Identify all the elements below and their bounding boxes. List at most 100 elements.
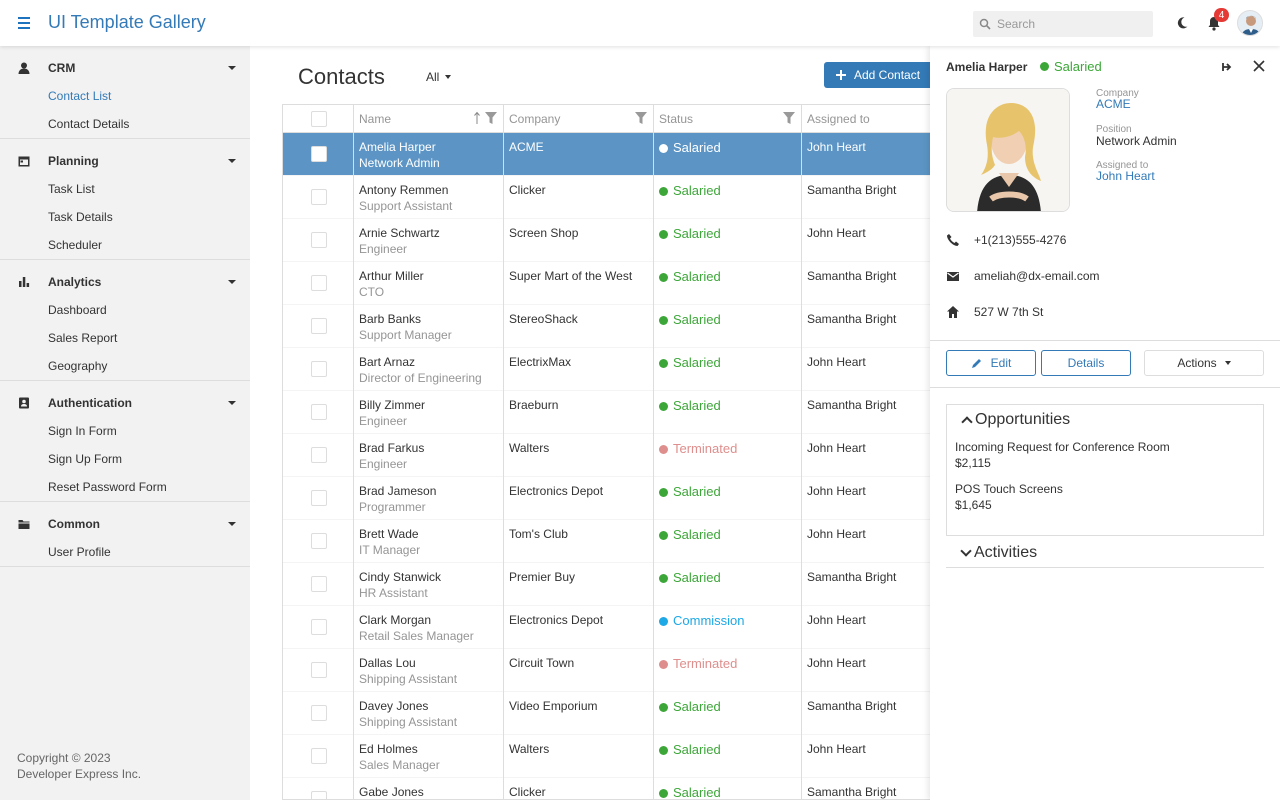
user-avatar[interactable] bbox=[1237, 10, 1263, 36]
cell-name: Clark Morgan Retail Sales Manager bbox=[354, 606, 504, 649]
cell-assigned: John Heart bbox=[807, 140, 866, 154]
cell-status: Terminated bbox=[654, 434, 802, 477]
cell-status: Salaried bbox=[654, 305, 802, 348]
activities-section: Activities bbox=[946, 544, 1264, 568]
cell-company: Tom's Club bbox=[504, 520, 654, 563]
nav-group-header-crm[interactable]: CRM bbox=[0, 54, 250, 82]
sidebar-item-contact-details[interactable]: Contact Details bbox=[0, 110, 250, 138]
panel-assigned-link[interactable]: John Heart bbox=[1096, 169, 1155, 183]
sidebar-item-geography[interactable]: Geography bbox=[0, 352, 250, 380]
column-header-name[interactable]: Name bbox=[354, 105, 504, 132]
row-checkbox[interactable] bbox=[311, 619, 327, 635]
opportunities-toggle[interactable]: Opportunities bbox=[959, 411, 1070, 429]
row-checkbox[interactable] bbox=[311, 791, 327, 799]
cell-name: Ed Holmes Sales Manager bbox=[354, 735, 504, 778]
panel-company-link[interactable]: ACME bbox=[1096, 97, 1131, 111]
cell-company: StereoShack bbox=[504, 305, 654, 348]
details-button[interactable]: Details bbox=[1041, 350, 1131, 376]
row-checkbox[interactable] bbox=[311, 275, 327, 291]
table-row[interactable]: Brad Jameson Programmer Electronics Depot S… bbox=[283, 477, 930, 520]
select-all-checkbox[interactable] bbox=[311, 111, 327, 127]
cell-status: Salaried bbox=[654, 176, 802, 219]
menu-toggle-button[interactable] bbox=[14, 13, 34, 33]
actions-dropdown-button[interactable]: Actions bbox=[1144, 350, 1264, 376]
add-contact-button[interactable]: Add Contact bbox=[824, 62, 934, 88]
panel-phone[interactable]: +1(213)555-4276 bbox=[946, 233, 1066, 247]
table-row[interactable]: Cindy Stanwick HR Assistant Premier Buy Sal… bbox=[283, 563, 930, 606]
contact-filter-dropdown[interactable]: All bbox=[426, 70, 452, 84]
nav-group-header-authentication[interactable]: Authentication bbox=[0, 389, 250, 417]
row-checkbox[interactable] bbox=[311, 146, 327, 162]
sidebar-item-scheduler[interactable]: Scheduler bbox=[0, 231, 250, 259]
table-row[interactable]: Brad Farkus Engineer Walters Terminated John… bbox=[283, 434, 930, 477]
row-checkbox[interactable] bbox=[311, 189, 327, 205]
nav-group-header-planning[interactable]: Planning bbox=[0, 147, 250, 175]
row-checkbox[interactable] bbox=[311, 361, 327, 377]
row-checkbox[interactable] bbox=[311, 447, 327, 463]
row-checkbox[interactable] bbox=[311, 533, 327, 549]
sidebar-item-sign-in-form[interactable]: Sign In Form bbox=[0, 417, 250, 445]
folder-icon bbox=[17, 517, 31, 531]
table-row[interactable]: Barb Banks Support Manager StereoShack Sala… bbox=[283, 305, 930, 348]
panel-email[interactable]: ameliah@dx-email.com bbox=[946, 269, 1100, 283]
row-checkbox[interactable] bbox=[311, 748, 327, 764]
chevron-up-icon bbox=[961, 416, 973, 428]
cell-status: Salaried bbox=[654, 778, 802, 799]
sidebar-item-reset-password-form[interactable]: Reset Password Form bbox=[0, 473, 250, 501]
filter-funnel-icon[interactable] bbox=[634, 111, 648, 125]
cell-status: Salaried bbox=[654, 391, 802, 434]
table-row[interactable]: Arthur Miller CTO Super Mart of the West Sa… bbox=[283, 262, 930, 305]
nav-group-planning: Planning Task List Task Details Scheduler bbox=[0, 139, 250, 260]
sidebar-item-sales-report[interactable]: Sales Report bbox=[0, 324, 250, 352]
row-checkbox[interactable] bbox=[311, 490, 327, 506]
table-row[interactable]: Ed Holmes Sales Manager Walters Salaried Joh… bbox=[283, 735, 930, 778]
row-checkbox[interactable] bbox=[311, 232, 327, 248]
page-title: Contacts bbox=[298, 64, 385, 89]
opportunity-item[interactable]: POS Touch Screens $1,645 bbox=[955, 481, 1063, 513]
column-header-company[interactable]: Company bbox=[504, 105, 654, 132]
sidebar-item-user-profile[interactable]: User Profile bbox=[0, 538, 250, 566]
table-row[interactable]: Clark Morgan Retail Sales Manager Electron… bbox=[283, 606, 930, 649]
table-row[interactable]: Dallas Lou Shipping Assistant Circuit Town… bbox=[283, 649, 930, 692]
cell-assigned: Samantha Bright bbox=[807, 312, 897, 326]
row-checkbox[interactable] bbox=[311, 705, 327, 721]
table-row[interactable]: Billy Zimmer Engineer Braeburn Salaried Sama… bbox=[283, 391, 930, 434]
search-box[interactable] bbox=[973, 11, 1153, 37]
dark-mode-toggle[interactable] bbox=[1172, 13, 1192, 33]
edit-button[interactable]: Edit bbox=[946, 350, 1036, 376]
app-title[interactable]: UI Template Gallery bbox=[48, 12, 206, 33]
cell-name: Brad Farkus Engineer bbox=[354, 434, 504, 477]
sidebar-item-contact-list[interactable]: Contact List bbox=[0, 82, 250, 110]
row-checkbox[interactable] bbox=[311, 404, 327, 420]
sidebar-item-sign-up-form[interactable]: Sign Up Form bbox=[0, 445, 250, 473]
row-checkbox[interactable] bbox=[311, 318, 327, 334]
cell-company: Clicker bbox=[504, 176, 654, 219]
activities-toggle[interactable]: Activities bbox=[958, 544, 1037, 562]
column-header-assigned[interactable]: Assigned to bbox=[802, 105, 930, 132]
row-checkbox[interactable] bbox=[311, 662, 327, 678]
table-row[interactable]: Antony Remmen Support Assistant Clicker Sal… bbox=[283, 176, 930, 219]
close-icon[interactable] bbox=[1252, 59, 1266, 73]
sidebar-item-task-details[interactable]: Task Details bbox=[0, 203, 250, 231]
table-row[interactable]: Brett Wade IT Manager Tom's Club Salaried Jo… bbox=[283, 520, 930, 563]
opportunity-item[interactable]: Incoming Request for Conference Room $2,… bbox=[955, 439, 1170, 471]
table-row[interactable]: Arnie Schwartz Engineer Screen Shop Salarie… bbox=[283, 219, 930, 262]
table-row[interactable]: Bart Arnaz Director of Engineering Electri… bbox=[283, 348, 930, 391]
sidebar-item-dashboard[interactable]: Dashboard bbox=[0, 296, 250, 324]
table-row[interactable]: Amelia Harper Network Admin ACME Salaried Jo… bbox=[283, 133, 930, 176]
table-row[interactable]: Davey Jones Shipping Assistant Video Empor… bbox=[283, 692, 930, 735]
table-row[interactable]: Gabe Jones Clicker Salaried Samantha Bright bbox=[283, 778, 930, 799]
cell-assigned: Samantha Bright bbox=[807, 785, 897, 799]
nav-group-header-analytics[interactable]: Analytics bbox=[0, 268, 250, 296]
pin-icon[interactable] bbox=[1220, 60, 1234, 74]
top-header: UI Template Gallery 4 bbox=[0, 0, 1280, 46]
search-input[interactable] bbox=[997, 17, 1147, 31]
column-header-status[interactable]: Status bbox=[654, 105, 802, 132]
cell-assigned: John Heart bbox=[807, 226, 866, 240]
filter-funnel-icon[interactable] bbox=[782, 111, 796, 125]
nav-group-header-common[interactable]: Common bbox=[0, 510, 250, 538]
row-checkbox[interactable] bbox=[311, 576, 327, 592]
cell-status: Terminated bbox=[654, 649, 802, 692]
sidebar-item-task-list[interactable]: Task List bbox=[0, 175, 250, 203]
filter-funnel-icon[interactable] bbox=[484, 111, 498, 125]
